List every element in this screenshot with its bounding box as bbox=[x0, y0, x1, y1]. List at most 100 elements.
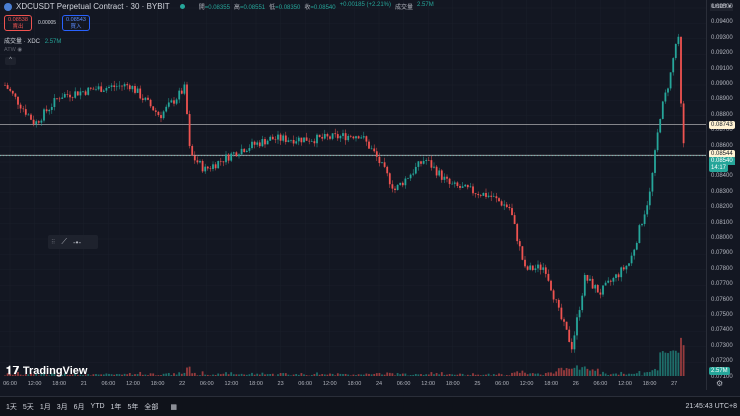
candle bbox=[105, 87, 108, 91]
candle bbox=[381, 162, 383, 164]
time-label: 18:00 bbox=[150, 381, 165, 387]
candle bbox=[349, 135, 352, 137]
drag-handle-icon[interactable]: ⠿ bbox=[51, 239, 55, 246]
time-label: 21 bbox=[80, 381, 87, 387]
price-chart[interactable] bbox=[0, 0, 706, 376]
volume-bar bbox=[537, 373, 539, 376]
candle bbox=[375, 151, 378, 157]
sell-button[interactable]: 0.08538 賣出 bbox=[4, 15, 32, 31]
candle bbox=[66, 94, 69, 95]
volume-bar bbox=[479, 375, 482, 376]
candle bbox=[178, 90, 181, 100]
collapse-legend-button[interactable]: ^ bbox=[5, 57, 16, 65]
calendar-icon[interactable]: ▦ bbox=[170, 403, 177, 411]
volume-bar bbox=[196, 375, 199, 376]
candle bbox=[612, 277, 615, 282]
price-label: 0.07400 bbox=[711, 327, 733, 334]
candle bbox=[318, 134, 321, 138]
symbol-title[interactable]: XDCUSDT Perpetual Contract · 30 · BYBIT bbox=[16, 2, 170, 11]
candle bbox=[89, 87, 92, 89]
candle bbox=[682, 103, 685, 144]
range-button[interactable]: 5天 bbox=[23, 402, 34, 412]
candle bbox=[230, 153, 233, 161]
buy-label: 買入 bbox=[70, 24, 82, 30]
volume-bar bbox=[253, 374, 256, 376]
candle bbox=[6, 85, 9, 89]
close-value: 0.08540 bbox=[313, 5, 336, 11]
candle bbox=[183, 84, 186, 94]
volume-bar bbox=[386, 372, 389, 376]
price-label: 0.09400 bbox=[711, 19, 733, 26]
volume-bar bbox=[128, 373, 131, 376]
candle bbox=[251, 141, 253, 149]
candle bbox=[508, 206, 511, 209]
time-label: 25 bbox=[474, 381, 481, 387]
range-button[interactable]: 3月 bbox=[57, 402, 68, 412]
candle bbox=[134, 85, 136, 93]
price-label: 0.07700 bbox=[711, 281, 733, 288]
candle bbox=[97, 86, 100, 90]
volume-bar bbox=[238, 374, 240, 376]
volume-bar bbox=[240, 373, 243, 376]
volume-bar bbox=[303, 374, 305, 376]
range-button[interactable]: 1年 bbox=[111, 402, 122, 412]
candle bbox=[651, 172, 654, 192]
candle bbox=[513, 215, 516, 225]
candle bbox=[362, 136, 365, 138]
range-button[interactable]: 1天 bbox=[6, 402, 17, 412]
volume-bar bbox=[674, 350, 677, 376]
buy-button[interactable]: 0.08543 買入 bbox=[62, 15, 90, 31]
candle bbox=[24, 109, 27, 115]
candle bbox=[225, 154, 227, 163]
candle bbox=[149, 99, 152, 107]
candle bbox=[529, 265, 532, 270]
volume-bar bbox=[456, 374, 459, 376]
range-button[interactable]: 6月 bbox=[74, 402, 85, 412]
volume-bar bbox=[586, 368, 589, 376]
candle bbox=[609, 280, 612, 282]
volume-bar bbox=[596, 368, 599, 376]
volume-bar bbox=[404, 373, 407, 376]
candle bbox=[235, 152, 238, 157]
time-label: 12:00 bbox=[421, 381, 436, 387]
volume-bar bbox=[391, 373, 394, 376]
indicator-legend[interactable]: ATW ◉ bbox=[4, 47, 22, 53]
volume-bar bbox=[609, 374, 612, 376]
volume-bar bbox=[154, 375, 157, 376]
price-axis[interactable]: USDT ▾ 0.09500 0.09400 0.09300 0.09200 0.091… bbox=[706, 0, 740, 390]
volume-bar bbox=[646, 372, 649, 376]
candle bbox=[474, 193, 477, 195]
eye-icon[interactable]: ◉ bbox=[17, 47, 22, 53]
volume-legend[interactable]: 成交量 · XDC 2.57M bbox=[4, 36, 61, 45]
candle bbox=[669, 72, 672, 89]
candle bbox=[550, 280, 552, 291]
time-label: 06:00 bbox=[298, 381, 313, 387]
candle bbox=[56, 98, 58, 99]
candle bbox=[48, 109, 51, 112]
settings-icon[interactable]: ⚙ bbox=[716, 379, 723, 388]
clock[interactable]: 21:45:43 UTC+8 bbox=[685, 403, 737, 410]
candle bbox=[643, 214, 646, 225]
volume-bar bbox=[492, 374, 495, 376]
candle bbox=[274, 139, 277, 141]
price-label: 0.08200 bbox=[711, 204, 733, 211]
sell-price: 0.08538 bbox=[8, 17, 28, 23]
horizontal-ray-icon[interactable]: -•- bbox=[73, 238, 81, 247]
candle bbox=[331, 133, 334, 139]
trend-line-icon[interactable]: ⟋ bbox=[61, 237, 67, 247]
time-label: 06:00 bbox=[199, 381, 214, 387]
time-axis[interactable]: 06:00 12:00 18:00 21 06:00 12:00 18:00 22 06:00 1… bbox=[0, 381, 706, 391]
range-button[interactable]: 全部 bbox=[144, 402, 158, 412]
range-button[interactable]: 1月 bbox=[40, 402, 51, 412]
tradingview-logo[interactable]: 𝟏𝟳 TradingView bbox=[6, 364, 87, 378]
candle bbox=[303, 137, 305, 143]
candle bbox=[305, 137, 308, 141]
candle bbox=[368, 141, 370, 149]
candle bbox=[378, 156, 381, 164]
candle bbox=[443, 176, 446, 180]
volume-bar bbox=[342, 374, 344, 376]
range-button[interactable]: 5年 bbox=[127, 402, 138, 412]
volume-bar bbox=[524, 372, 526, 376]
candle bbox=[557, 299, 560, 308]
range-button[interactable]: YTD bbox=[91, 403, 105, 410]
